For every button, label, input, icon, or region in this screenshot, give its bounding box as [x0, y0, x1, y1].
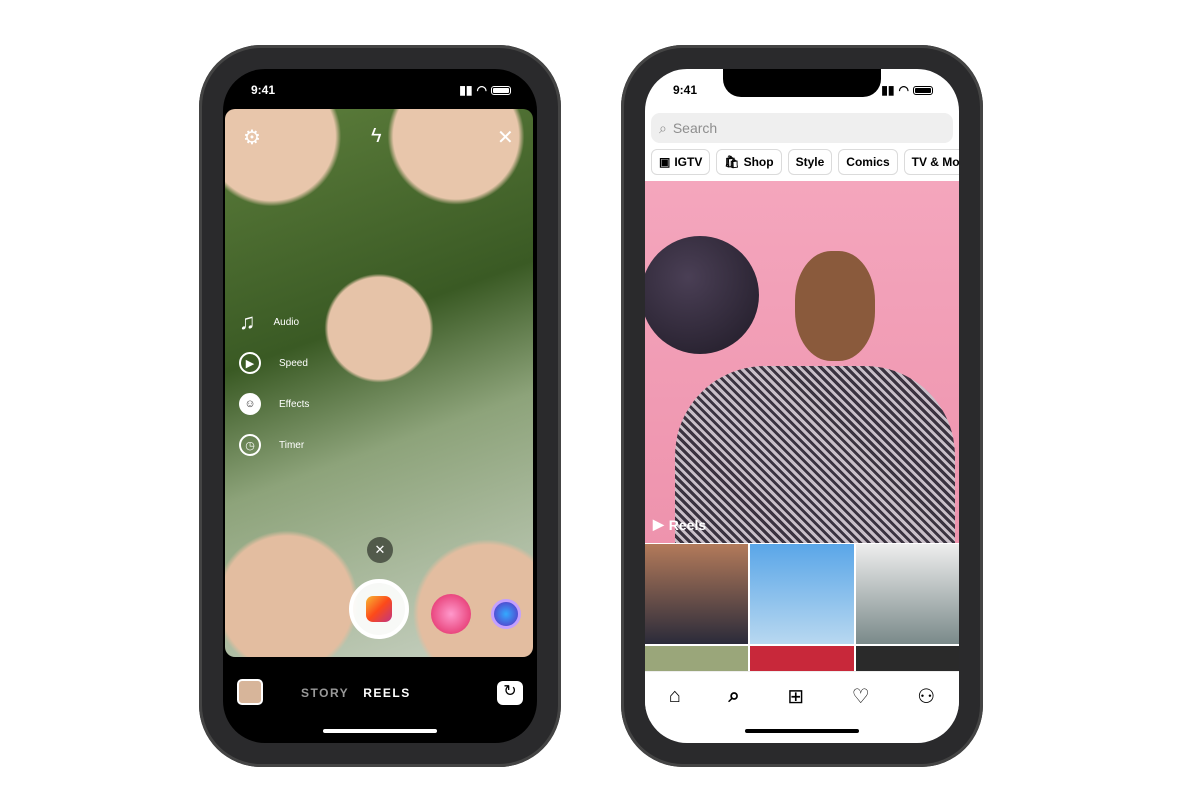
battery-icon	[491, 85, 511, 95]
status-bar: 9:41 ▮▮ ◠	[673, 83, 933, 97]
signal-icon: ▮▮	[459, 83, 473, 97]
chip-label: Shop	[743, 155, 774, 169]
home-icon[interactable]: ⌂	[669, 685, 681, 708]
search-icon: ⌕	[659, 119, 667, 136]
speed-icon: ▶	[239, 352, 261, 374]
effect-option[interactable]	[431, 594, 471, 634]
mode-selector: STORY REELS	[301, 686, 411, 700]
tool-timer[interactable]: ◷ Timer	[239, 434, 304, 456]
flash-icon[interactable]: ϟ	[371, 125, 382, 148]
flip-camera-icon[interactable]: ↻	[497, 681, 523, 705]
grid-post[interactable]	[645, 544, 749, 644]
time: 9:41	[251, 83, 276, 97]
search-icon[interactable]: ⌕	[729, 685, 740, 708]
chip-label: IGTV	[674, 155, 703, 169]
grid-post[interactable]	[645, 646, 749, 672]
gallery-thumbnail[interactable]	[237, 679, 263, 705]
chip-tv-movie[interactable]: TV & Movie	[903, 149, 959, 175]
chip-igtv[interactable]: ▣ IGTV	[651, 149, 711, 175]
clear-effect-icon[interactable]: ✕	[367, 537, 393, 563]
battery-icon	[913, 85, 933, 95]
wifi-icon: ◠	[476, 83, 487, 97]
record-button[interactable]	[349, 579, 409, 639]
tool-speed[interactable]: ▶ Speed	[239, 352, 308, 374]
tool-label: Speed	[279, 357, 308, 369]
grid-post[interactable]	[750, 544, 854, 644]
chip-shop[interactable]: 🛍 Shop	[716, 149, 782, 175]
search-input[interactable]: ⌕ Search	[651, 113, 953, 143]
chip-style[interactable]: Style	[787, 149, 833, 175]
reels-badge: ▶ Reels	[653, 516, 706, 533]
tool-label: Effects	[279, 398, 310, 410]
timer-icon: ◷	[239, 434, 261, 456]
person-head	[795, 251, 875, 361]
tool-effects[interactable]: ☺ Effects	[239, 393, 309, 415]
settings-icon[interactable]: ⚙	[243, 125, 261, 150]
shop-bag-icon: 🛍	[724, 155, 740, 169]
reels-label: Reels	[668, 516, 707, 533]
time: 9:41	[673, 83, 698, 97]
add-icon[interactable]: ⊞	[787, 684, 804, 709]
effect-option[interactable]	[491, 599, 521, 629]
grid-post[interactable]	[855, 544, 959, 644]
tool-label: Timer	[279, 439, 305, 451]
explore-screen: 9:41 ▮▮ ◠ ⌕ Search ▣ IGTV 🛍 Shop Style Comics…	[645, 69, 959, 743]
mode-reels[interactable]: REELS	[363, 686, 411, 700]
wifi-icon: ◠	[898, 83, 909, 97]
phone-explore: 9:41 ▮▮ ◠ ⌕ Search ▣ IGTV 🛍 Shop Style Comics…	[621, 45, 983, 767]
camera-preview: ⚙ ϟ ✕ ♫ Audio ▶ Speed ☺ Effects ◷ Timer ✕	[225, 109, 533, 657]
reels-icon	[366, 596, 392, 622]
profile-icon[interactable]: ⚇	[917, 684, 935, 709]
signal-icon: ▮▮	[881, 83, 895, 97]
heart-icon[interactable]: ♡	[852, 684, 870, 709]
phone-camera: 9:41 ▮▮ ◠ ⚙ ϟ ✕ ♫ Audio ▶ Speed ☺ Effects ◷ Ti…	[199, 45, 561, 767]
search-placeholder: Search	[672, 120, 718, 136]
status-bar: 9:41 ▮▮ ◠	[251, 83, 511, 97]
explore-grid	[645, 544, 959, 672]
mode-story[interactable]: STORY	[301, 686, 349, 700]
effects-face-icon: ☺	[239, 393, 261, 415]
reels-hero-video[interactable]: ▶ Reels	[645, 181, 959, 543]
home-indicator	[745, 729, 859, 733]
reels-icon: ▶	[653, 516, 664, 532]
camera-screen: 9:41 ▮▮ ◠ ⚙ ϟ ✕ ♫ Audio ▶ Speed ☺ Effects ◷ Ti…	[223, 69, 537, 743]
grid-post[interactable]	[750, 646, 854, 672]
grid-post[interactable]	[855, 646, 959, 672]
person-image	[675, 366, 955, 543]
close-icon[interactable]: ✕	[497, 125, 514, 150]
bottom-nav: ⌂ ⌕ ⊞ ♡ ⚇	[645, 671, 959, 721]
basketball-image	[645, 236, 759, 354]
category-chips: ▣IGTV 🛍Shop Style Comics TV & Movie	[651, 149, 959, 175]
tool-audio[interactable]: ♫ Audio	[239, 309, 299, 335]
home-indicator	[323, 729, 437, 733]
tool-label: Audio	[273, 316, 300, 328]
igtv-icon: ▣	[659, 155, 671, 169]
chip-comics[interactable]: Comics	[838, 149, 898, 175]
music-note-icon: ♫	[239, 309, 256, 334]
